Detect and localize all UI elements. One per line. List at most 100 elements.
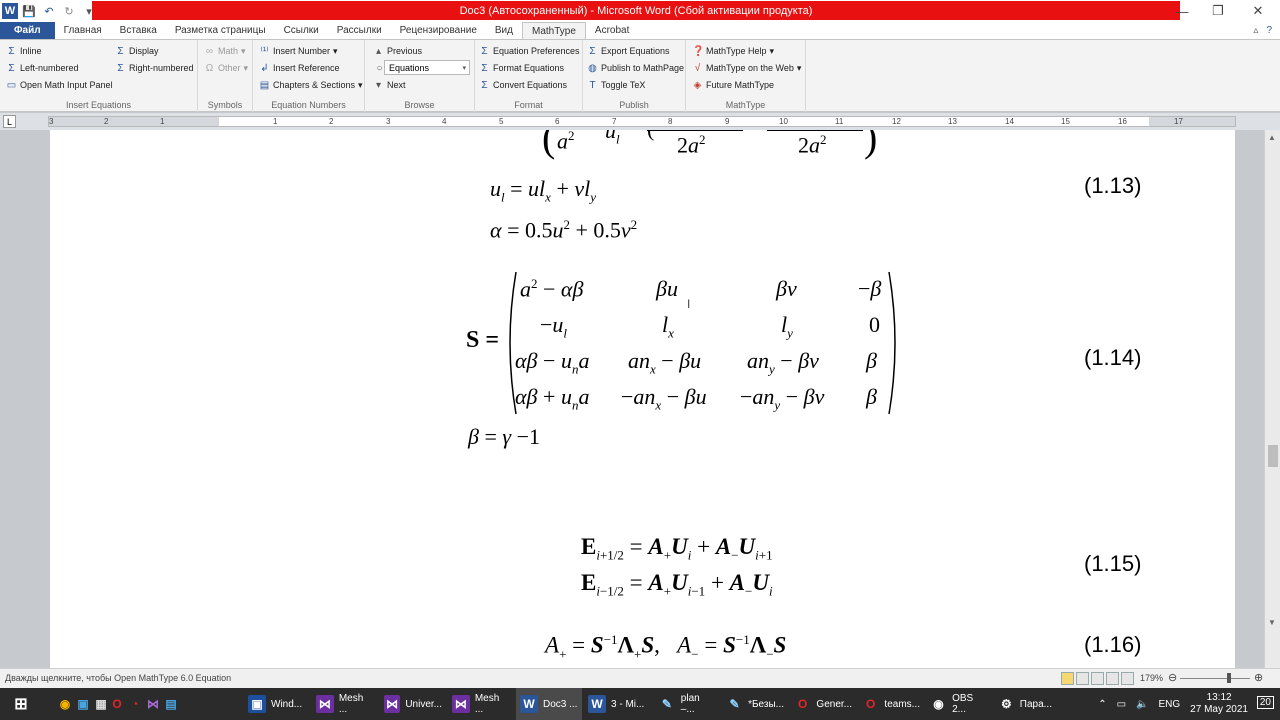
group-label: Equation Numbers <box>271 100 346 110</box>
tab-selector-button[interactable]: L <box>3 115 16 128</box>
matrix-s-label[interactable]: S = <box>466 327 499 354</box>
minimize-ribbon-icon[interactable]: ▵ <box>1253 25 1258 36</box>
open-math-input-panel-button[interactable]: ▭ Open Math Input Panel <box>6 77 113 93</box>
left-numbered-button[interactable]: Σ Left-numbered <box>6 60 78 76</box>
vertical-scrollbar[interactable]: ▲ ▼ <box>1264 130 1280 668</box>
scrollbar-thumb[interactable] <box>1268 445 1278 467</box>
matrix-cell: 0 <box>869 312 880 337</box>
equation-1-13-line2[interactable]: α = 0.5u2 + 0.5v2 <box>490 217 637 243</box>
restore-button[interactable]: ❐ <box>1200 0 1236 22</box>
language-indicator[interactable]: ENG <box>1159 699 1181 710</box>
insert-reference-button[interactable]: ↲ Insert Reference <box>259 60 339 76</box>
next-button[interactable]: ▾ Next <box>373 77 406 93</box>
zoom-slider-handle[interactable] <box>1227 673 1231 683</box>
zoom-slider[interactable] <box>1180 678 1250 679</box>
taskbar-item[interactable]: ⚙ Пара... <box>994 688 1056 720</box>
full-screen-view-button[interactable] <box>1076 672 1089 685</box>
tab-insert[interactable]: Вставка <box>111 22 166 39</box>
convert-equations-button[interactable]: Σ Convert Equations <box>479 77 567 93</box>
tab-home[interactable]: Главная <box>55 22 111 39</box>
clock[interactable]: 13:12 27 May 2021 <box>1190 692 1248 716</box>
future-icon: ◈ <box>693 79 702 91</box>
export-equations-button[interactable]: Σ Export Equations <box>587 43 669 59</box>
taskbar-item[interactable]: ⋈ Univer... <box>380 688 446 720</box>
zoom-in-icon[interactable]: ⊕ <box>1254 671 1263 684</box>
help-icon[interactable]: ? <box>1266 25 1272 36</box>
publish-mathpage-button[interactable]: ◍ Publish to MathPage <box>587 60 684 76</box>
panel-icon: ▭ <box>6 79 17 91</box>
visual-studio-icon: ⋈ <box>384 695 401 713</box>
equation-1-13-line1[interactable]: ul = ulx + vly <box>490 176 596 205</box>
tab-references[interactable]: Ссылки <box>275 22 328 39</box>
taskbar-item[interactable]: ⋈ Mesh ... <box>312 688 378 720</box>
other-symbols-button[interactable]: Ω Other ▾ <box>204 60 248 76</box>
outline-view-button[interactable] <box>1106 672 1119 685</box>
pinned-app[interactable]: ▤ <box>158 688 184 720</box>
tab-acrobat[interactable]: Acrobat <box>586 22 638 39</box>
format-equations-button[interactable]: Σ Format Equations <box>479 60 564 76</box>
arrow-up-icon: ▴ <box>375 45 382 57</box>
taskbar-item[interactable]: Oteams... <box>858 688 924 720</box>
taskbar-item[interactable]: ⋈ Mesh ... <box>448 688 514 720</box>
right-numbered-button[interactable]: Σ Right-numbered <box>115 60 193 76</box>
taskbar-item-active[interactable]: W Doc3 ... <box>516 688 582 720</box>
future-mathtype-button[interactable]: ◈ Future MathType <box>692 77 774 93</box>
insert-number-button[interactable]: ⁽¹⁾ Insert Number ▾ <box>259 43 337 59</box>
volume-icon[interactable]: 🔈 <box>1136 699 1148 710</box>
print-layout-view-button[interactable] <box>1061 672 1074 685</box>
display-button[interactable]: Σ Display <box>115 43 158 59</box>
zoom-out-icon[interactable]: ⊖ <box>1168 671 1177 684</box>
chevron-up-icon[interactable]: ⌃ <box>1098 699 1106 710</box>
inline-button[interactable]: Σ Inline <box>6 43 41 59</box>
matrix-cell: a2 − αβ <box>520 276 584 302</box>
zoom-level[interactable]: 179% <box>1140 673 1163 683</box>
taskbar-item[interactable]: ✎ plan –... <box>654 688 720 720</box>
draft-view-button[interactable] <box>1121 672 1134 685</box>
taskbar-item[interactable]: O Gener... <box>790 688 856 720</box>
web-layout-view-button[interactable] <box>1091 672 1104 685</box>
tab-file[interactable]: Файл <box>0 22 55 39</box>
redo-icon[interactable]: ↻ <box>60 2 78 20</box>
taskbar-item[interactable]: ▣ Wind... <box>244 688 310 720</box>
previous-button[interactable]: ▴ Previous <box>373 43 422 59</box>
matrix-cell: any − βv <box>747 348 819 377</box>
close-button[interactable]: ✕ <box>1240 0 1276 22</box>
equation-preferences-button[interactable]: Σ Equation Preferences <box>479 43 579 59</box>
math-symbols-button[interactable]: ∞ Math ▾ <box>204 43 246 59</box>
sigma-icon: Σ <box>117 45 124 57</box>
horizontal-ruler[interactable]: 3 2 1 1 2 3 4 5 6 7 8 9 10 11 12 13 14 1… <box>48 116 1236 127</box>
save-icon[interactable]: 💾 <box>20 2 38 20</box>
taskbar-item[interactable]: ✎ *Безы... <box>722 688 788 720</box>
chapters-sections-button[interactable]: ▤ Chapters & Sections ▾ <box>259 77 363 93</box>
scroll-up-icon[interactable]: ▲ <box>1268 133 1276 142</box>
notifications-button[interactable]: 20 <box>1256 696 1274 709</box>
chapters-icon: ▤ <box>259 79 270 91</box>
equation-1-15-line2[interactable]: Ei−1/2 = A+Ui−1 + A−Ui <box>581 570 773 600</box>
network-icon[interactable]: ▭ <box>1117 699 1126 710</box>
toggle-tex-button[interactable]: T Toggle TeX <box>587 77 645 93</box>
taskbar-item[interactable]: W3 - Mi... <box>584 688 650 720</box>
title-bar: W 💾 ↶ ↻ ▾ Doc3 (Автосохраненный) - Micro… <box>0 0 1280 22</box>
tab-page-layout[interactable]: Разметка страницы <box>166 22 275 39</box>
undo-icon[interactable]: ↶ <box>40 2 58 20</box>
group-symbols: ∞ Math ▾ Ω Other ▾ Symbols <box>198 40 253 112</box>
start-button[interactable]: ⊞ <box>8 688 34 720</box>
page[interactable]: ( a2 ul ( 2a2 2a2 ) ul = ulx + vly α = 0… <box>50 130 1235 668</box>
tab-mailings[interactable]: Рассылки <box>328 22 391 39</box>
equation-1-16[interactable]: A+ = S−1Λ+S, A− = S−1Λ−S <box>545 632 786 662</box>
equation-partial[interactable]: ( a2 ul ( 2a2 2a2 ) <box>542 130 882 166</box>
browse-target-select[interactable]: Equations ▾ <box>384 60 470 75</box>
tab-review[interactable]: Рецензирование <box>391 22 486 39</box>
mathtype-help-button[interactable]: ❓ MathType Help ▾ <box>692 43 774 59</box>
taskbar-item[interactable]: ◉ OBS 2... <box>926 688 992 720</box>
tab-view[interactable]: Вид <box>486 22 522 39</box>
equation-number: (1.14) <box>1084 345 1142 370</box>
group-mathtype: ❓ MathType Help ▾ √ MathType on the Web ▾ ◈ F… <box>686 40 806 112</box>
tab-mathtype[interactable]: MathType <box>521 22 586 39</box>
equation-beta[interactable]: β = γ −1 <box>468 424 540 450</box>
minimize-button[interactable]: — <box>1164 0 1200 22</box>
mathtype-web-button[interactable]: √ MathType on the Web ▾ <box>692 60 802 76</box>
equation-1-15-line1[interactable]: Ei+1/2 = A+Ui + A−Ui+1 <box>581 534 773 564</box>
system-tray: ⌃ ▭ 🔈 ENG 13:12 27 May 2021 <box>1098 688 1248 720</box>
scroll-down-icon[interactable]: ▼ <box>1268 618 1276 627</box>
